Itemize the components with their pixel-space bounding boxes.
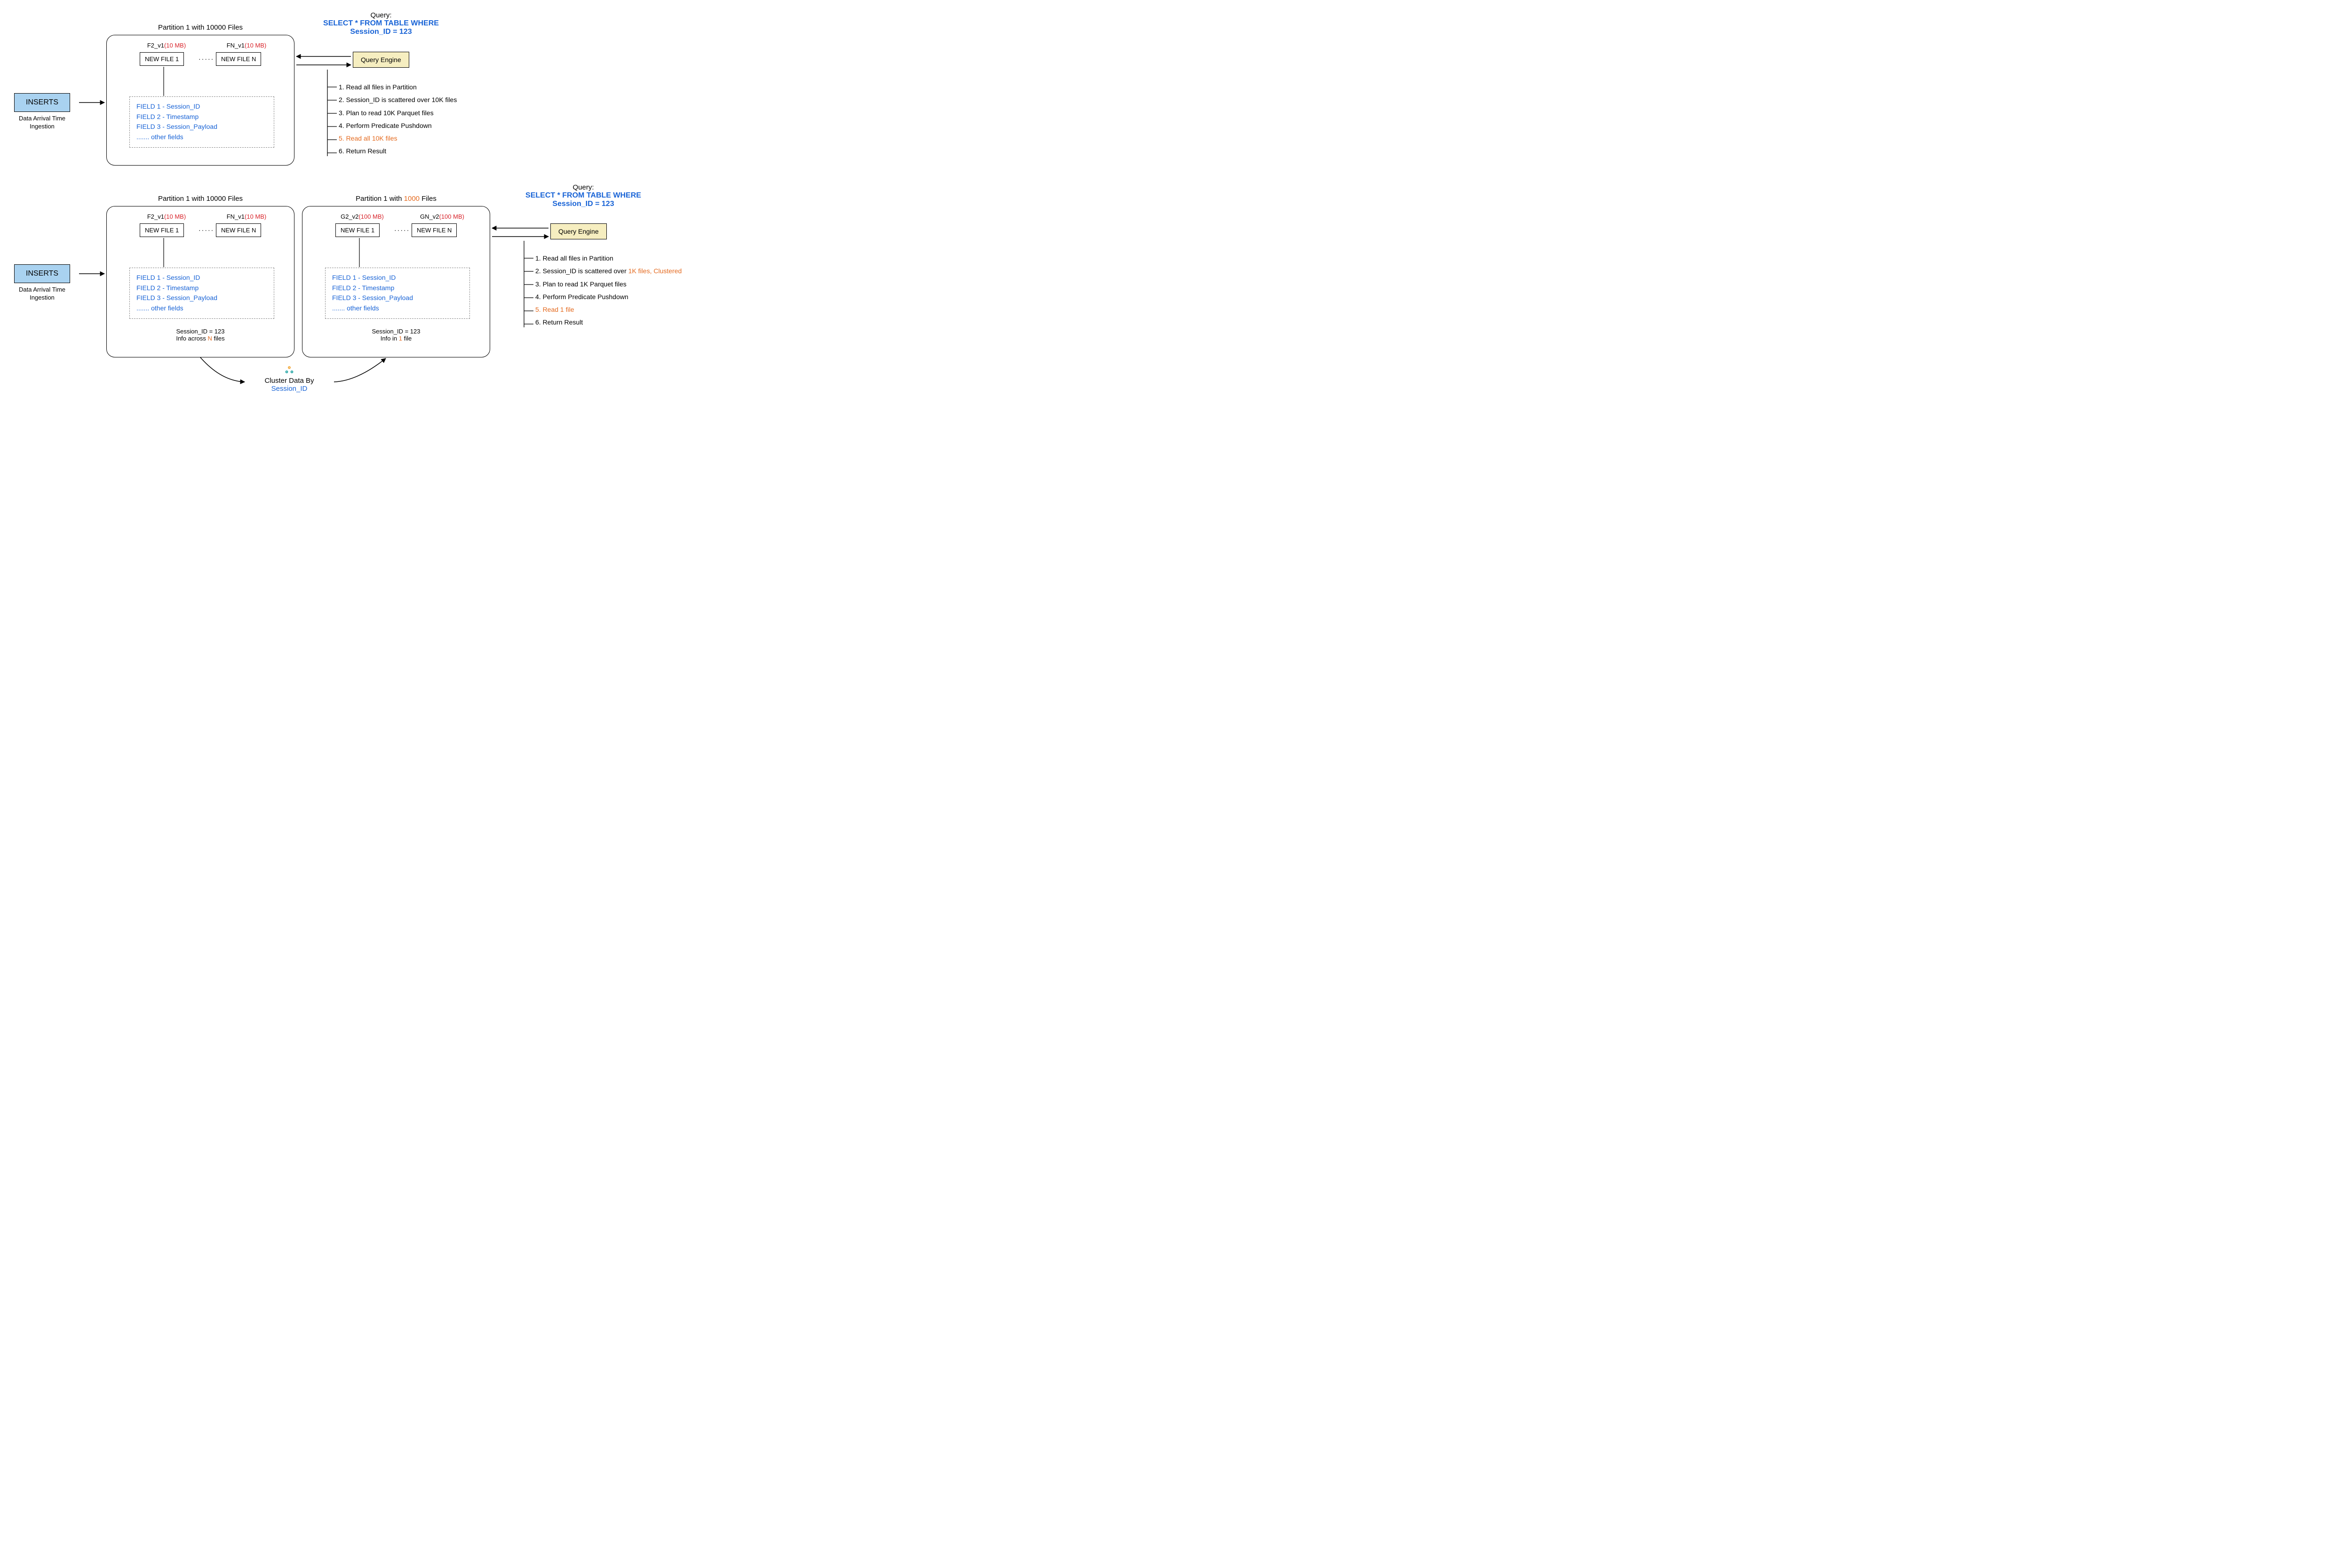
footer: Session_ID = 123 Info in 1 file <box>302 328 490 342</box>
step-6: 6. Return Result <box>535 316 682 329</box>
step-2: 2. Session_ID is scattered over 10K file… <box>339 94 457 106</box>
fileN-box: NEW FILE N <box>216 52 261 66</box>
bottom-query-engine: Query Engine <box>550 223 607 239</box>
step-5: 5. Read 1 file <box>535 303 682 316</box>
step-4: 4. Perform Predicate Pushdown <box>535 291 682 303</box>
file1-header: G2_v2(100 MB) <box>327 213 397 220</box>
cluster-icon <box>284 365 294 375</box>
step-4: 4. Perform Predicate Pushdown <box>339 119 457 132</box>
step-3: 3. Plan to read 1K Parquet files <box>535 278 682 291</box>
fields-box: FIELD 1 - Session_ID FIELD 2 - Timestamp… <box>325 268 470 319</box>
inserts-box: INSERTS <box>14 264 70 283</box>
bottom-partB-title: Partition 1 with 1000 Files <box>302 195 490 203</box>
step-3: 3. Plan to read 10K Parquet files <box>339 107 457 119</box>
file1-header: F2_v1(10 MB) <box>136 213 197 220</box>
fileN-box: NEW FILE N <box>412 223 457 237</box>
top-partition-title: Partition 1 with 10000 Files <box>106 24 294 32</box>
bottom-inserts-group: INSERTS Data Arrival Time Ingestion <box>14 264 70 302</box>
inserts-caption: Data Arrival Time Ingestion <box>14 115 70 131</box>
step-6: 6. Return Result <box>339 145 457 158</box>
top-steps: 1. Read all files in Partition 2. Sessio… <box>339 81 457 158</box>
step-5: 5. Read all 10K files <box>339 132 457 145</box>
footer: Session_ID = 123 Info across N files <box>107 328 294 342</box>
top-inserts-group: INSERTS Data Arrival Time Ingestion <box>14 93 70 131</box>
inserts-caption: Data Arrival Time Ingestion <box>14 286 70 302</box>
file-dots: ····· <box>199 55 214 63</box>
top-query-heading: Query: SELECT * FROM TABLE WHERE Session… <box>306 11 456 36</box>
file1-box: NEW FILE 1 <box>140 52 184 66</box>
bottom-steps: 1. Read all files in Partition 2. Sessio… <box>535 252 682 329</box>
step-1: 1. Read all files in Partition <box>535 252 682 265</box>
file1-box: NEW FILE 1 <box>140 223 184 237</box>
fileN-header: FN_v1(10 MB) <box>216 42 277 49</box>
fileN-header: FN_v1(10 MB) <box>216 213 277 220</box>
fields-box: FIELD 1 - Session_ID FIELD 2 - Timestamp… <box>129 268 274 319</box>
file1-header: F2_v1(10 MB) <box>136 42 197 49</box>
file1-box: NEW FILE 1 <box>335 223 380 237</box>
step-2: 2. Session_ID is scattered over 1K files… <box>535 265 682 277</box>
file-dots: ····· <box>394 226 410 234</box>
bottom-query-heading: Query: SELECT * FROM TABLE WHERE Session… <box>508 183 659 208</box>
bottom-partB-panel: G2_v2(100 MB) GN_v2(100 MB) NEW FILE 1 ·… <box>302 206 490 357</box>
inserts-label: INSERTS <box>26 98 58 106</box>
file-dots: ····· <box>199 226 214 234</box>
bottom-partA-title: Partition 1 with 10000 Files <box>106 195 294 203</box>
fields-box: FIELD 1 - Session_ID FIELD 2 - Timestamp… <box>129 96 274 148</box>
cluster-label-group: Cluster Data By Session_ID <box>242 365 336 393</box>
fileN-header: GN_v2(100 MB) <box>407 213 477 220</box>
top-partition-panel: F2_v1(10 MB) FN_v1(10 MB) NEW FILE 1 ···… <box>106 35 294 166</box>
inserts-box: INSERTS <box>14 93 70 112</box>
fileN-box: NEW FILE N <box>216 223 261 237</box>
diagram-canvas: INSERTS Data Arrival Time Ingestion Part… <box>9 9 724 400</box>
top-query-engine: Query Engine <box>353 52 409 68</box>
bottom-partA-panel: F2_v1(10 MB) FN_v1(10 MB) NEW FILE 1 ···… <box>106 206 294 357</box>
step-1: 1. Read all files in Partition <box>339 81 457 94</box>
inserts-label: INSERTS <box>26 269 58 277</box>
